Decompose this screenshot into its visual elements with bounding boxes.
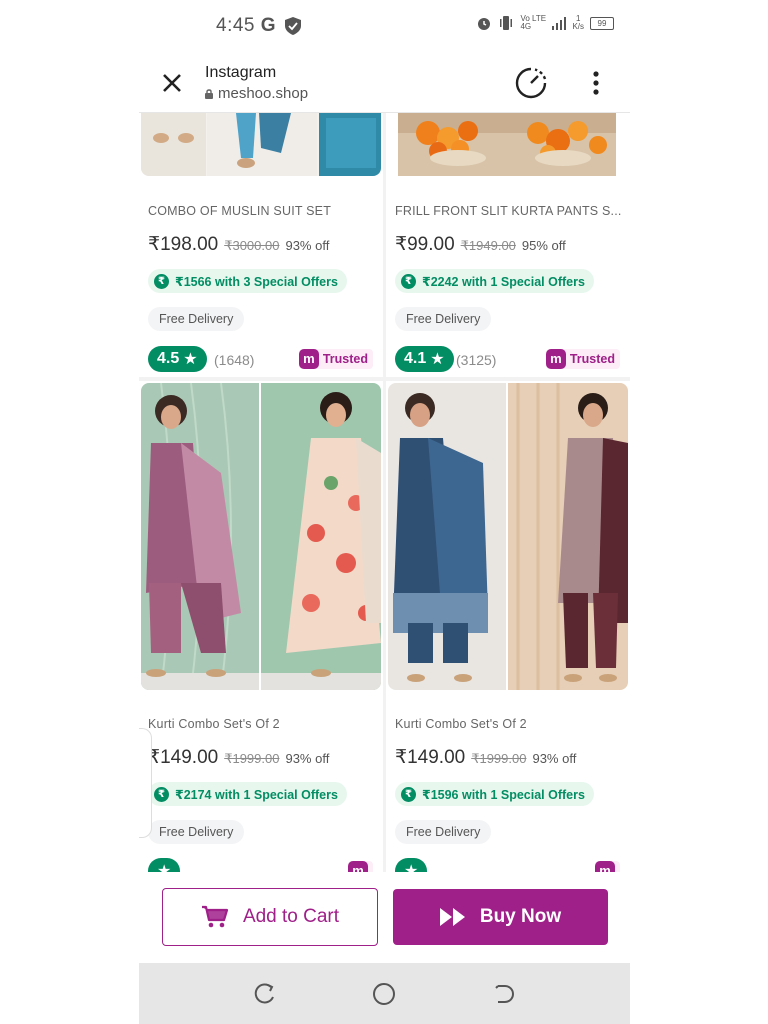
product-card[interactable]: Kurti Combo Set's Of 2 ₹149.00 ₹1999.00 …: [139, 381, 383, 872]
product-name: Kurti Combo Set's Of 2: [148, 717, 280, 731]
fast-forward-icon: [439, 908, 465, 926]
rupee-offer-icon: ₹: [154, 786, 169, 802]
shield-icon: [285, 17, 301, 35]
rating-badge: ★: [148, 858, 181, 872]
star-icon: ★: [157, 863, 172, 872]
discount: 93% off: [532, 751, 577, 766]
product-card[interactable]: FRILL FRONT SLIT KURTA PANTS S... ₹99.00…: [386, 113, 630, 377]
meesho-logo-icon: m: [545, 349, 566, 369]
discount: 93% off: [285, 238, 330, 253]
product-name: FRILL FRONT SLIT KURTA PANTS S...: [395, 204, 622, 218]
original-price: ₹1949.00: [460, 238, 516, 253]
special-offer-badge: ₹ ₹2242 with 1 Special Offers: [395, 269, 594, 293]
special-offer-badge: ₹ ₹1566 with 3 Special Offers: [148, 269, 347, 293]
rupee-offer-icon: ₹: [154, 273, 169, 289]
trusted-badge: m Trusted: [298, 349, 373, 369]
browser-bar: Instagram meshoo.shop: [139, 52, 630, 113]
product-image[interactable]: [141, 383, 381, 690]
trusted-badge: m: [595, 861, 620, 872]
discount: 95% off: [521, 238, 566, 253]
rating-badge: 4.1 ★: [395, 346, 454, 372]
alarm-icon: [478, 18, 491, 30]
star-icon: ★: [183, 351, 198, 368]
side-panel-handle[interactable]: [139, 728, 152, 838]
price: ₹149.00: [395, 747, 466, 768]
more-options-icon[interactable]: [589, 70, 603, 96]
original-price: ₹3000.00: [224, 238, 280, 253]
rating-badge: 4.5 ★: [148, 346, 207, 372]
meesho-logo-icon: m: [348, 861, 368, 872]
trusted-badge: m: [348, 861, 373, 872]
product-image[interactable]: [141, 113, 381, 176]
signal-icon: [552, 17, 567, 30]
free-delivery-badge: Free Delivery: [148, 307, 245, 331]
meesho-logo-icon: m: [595, 861, 615, 872]
product-grid: COMBO OF MUSLIN SUIT SET ₹198.00 ₹3000.0…: [139, 113, 630, 872]
review-count: (3125): [456, 352, 497, 368]
cart-icon: [201, 905, 229, 928]
price-row: ₹149.00 ₹1999.00 93% off: [395, 746, 576, 769]
meesho-logo-icon: m: [298, 349, 319, 369]
status-time: 4:45 G: [216, 15, 277, 36]
site-url: meshoo.shop: [205, 85, 308, 102]
back-icon[interactable]: [492, 982, 516, 1006]
product-image[interactable]: [388, 383, 628, 690]
rating-badge: ★: [395, 858, 428, 872]
rupee-offer-icon: ₹: [401, 786, 416, 802]
product-name: COMBO OF MUSLIN SUIT SET: [148, 204, 332, 218]
free-delivery-badge: Free Delivery: [395, 820, 492, 844]
original-price: ₹1999.00: [471, 751, 527, 766]
vibrate-icon: [500, 16, 513, 30]
special-offer-badge: ₹ ₹1596 with 1 Special Offers: [395, 782, 594, 806]
rupee-offer-icon: ₹: [401, 273, 416, 289]
star-icon: ★: [404, 863, 419, 872]
price: ₹99.00: [395, 234, 455, 255]
price-row: ₹198.00 ₹3000.00 93% off: [148, 233, 329, 256]
recent-apps-icon[interactable]: [253, 982, 277, 1006]
home-icon[interactable]: [372, 982, 396, 1006]
special-offer-badge: ₹ ₹2174 with 1 Special Offers: [148, 782, 347, 806]
free-delivery-badge: Free Delivery: [395, 307, 492, 331]
product-card[interactable]: COMBO OF MUSLIN SUIT SET ₹198.00 ₹3000.0…: [139, 113, 383, 377]
add-to-cart-button[interactable]: Add to Cart: [162, 888, 378, 946]
trusted-badge: m Trusted: [545, 349, 620, 369]
price: ₹198.00: [148, 234, 219, 255]
speed-dial-icon[interactable]: [514, 66, 548, 100]
status-bar: 4:45 G Vo LTE 4G 1 K/s 99: [139, 0, 630, 52]
buy-now-button[interactable]: Buy Now: [393, 889, 608, 945]
price-row: ₹99.00 ₹1949.00 95% off: [395, 233, 566, 256]
product-name: Kurti Combo Set's Of 2: [395, 717, 527, 731]
price-row: ₹149.00 ₹1999.00 93% off: [148, 746, 329, 769]
original-price: ₹1999.00: [224, 751, 280, 766]
close-icon[interactable]: [159, 70, 185, 96]
product-card[interactable]: Kurti Combo Set's Of 2 ₹149.00 ₹1999.00 …: [386, 381, 630, 872]
battery-icon: 99: [590, 16, 614, 30]
review-count: (1648): [214, 352, 255, 368]
product-image[interactable]: [398, 113, 616, 176]
discount: 93% off: [285, 751, 330, 766]
site-title: Instagram: [205, 64, 277, 81]
system-nav-bar: [139, 963, 630, 1024]
action-bar: Add to Cart Buy Now: [139, 872, 630, 963]
free-delivery-badge: Free Delivery: [148, 820, 245, 844]
lock-icon: [205, 88, 213, 99]
status-icons: Vo LTE 4G 1 K/s 99: [476, 15, 614, 31]
price: ₹149.00: [148, 747, 219, 768]
star-icon: ★: [430, 351, 445, 368]
network-label: Vo LTE 4G: [520, 14, 547, 31]
net-speed: 1 K/s: [572, 14, 584, 31]
